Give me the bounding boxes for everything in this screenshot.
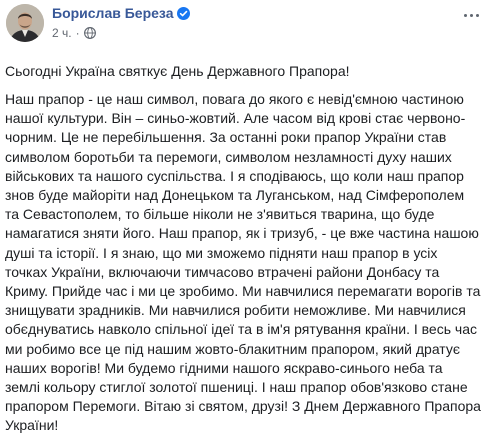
- menu-dot: [469, 13, 473, 17]
- post-meta: 2 ч. ·: [52, 26, 96, 40]
- post-text-line: України!: [5, 417, 59, 434]
- post-header: Борислав Береза 2 ч. ·: [0, 0, 490, 48]
- post-timestamp[interactable]: 2 ч.: [52, 26, 72, 40]
- globe-icon[interactable]: [83, 27, 96, 39]
- author-name[interactable]: Борислав Береза: [52, 5, 173, 21]
- post-text-line: військових та нашого суспільства. І я сп…: [5, 167, 464, 184]
- post-text-line: душі та історії. І я знаю, що ми зможемо…: [5, 244, 438, 261]
- post-text-line: обєднуватись навколо спільної ідеї та в …: [5, 321, 477, 338]
- facebook-post: Борислав Береза 2 ч. · Сьогодні Україна с…: [0, 0, 490, 433]
- post-text-line: прапором Перемоги. Вітаю зі святом, друз…: [5, 398, 481, 415]
- meta-separator: ·: [75, 26, 80, 40]
- avatar-photo: [6, 4, 44, 42]
- post-text-line: намагатися зняти його. Наш прапор, як і …: [5, 225, 479, 242]
- author-avatar[interactable]: [6, 4, 44, 42]
- post-text-line: Наш прапор - це наш символ, повага до як…: [5, 91, 464, 107]
- post-text-line: символом боротьби та перемоги, символом …: [5, 148, 452, 165]
- post-intro-text: Сьогодні Україна святкує День Державного…: [5, 63, 350, 79]
- post-text-line: знищувати зрадників. Ми навчилися робити…: [5, 302, 466, 319]
- verified-badge-icon: [177, 7, 191, 20]
- more-options-icon[interactable]: [460, 6, 482, 24]
- post-text-line: знов буде майоріти над Донецьком та Луга…: [5, 187, 465, 204]
- post-text-line: ми робимо все це під нашим жовто-блакитн…: [5, 340, 461, 357]
- menu-dot: [475, 13, 479, 17]
- post-text-line: землі кольору стиглої золотої пшениці. І…: [5, 379, 468, 396]
- menu-dot: [463, 13, 467, 17]
- author-name-link[interactable]: Борислав Береза: [52, 5, 191, 21]
- post-text-line: Криму. Прийде час і ми це зробимо. Ми на…: [5, 283, 481, 300]
- post-text-line: та Севастополем, то більше ніколи не з'я…: [5, 206, 435, 223]
- post-body-text: Наш прапор - це наш символ, повага до як…: [5, 90, 481, 436]
- post-text-line: наших ворогів! Ми будемо гідними нашого …: [5, 359, 443, 376]
- post-text-line: нашої культури. Він – синьо-жовтий. Але …: [5, 110, 466, 127]
- post-text-line: точках України, включаючи тимчасово втра…: [5, 263, 440, 280]
- post-text-line: чорним. Це не перебільшення. За останні …: [5, 129, 447, 146]
